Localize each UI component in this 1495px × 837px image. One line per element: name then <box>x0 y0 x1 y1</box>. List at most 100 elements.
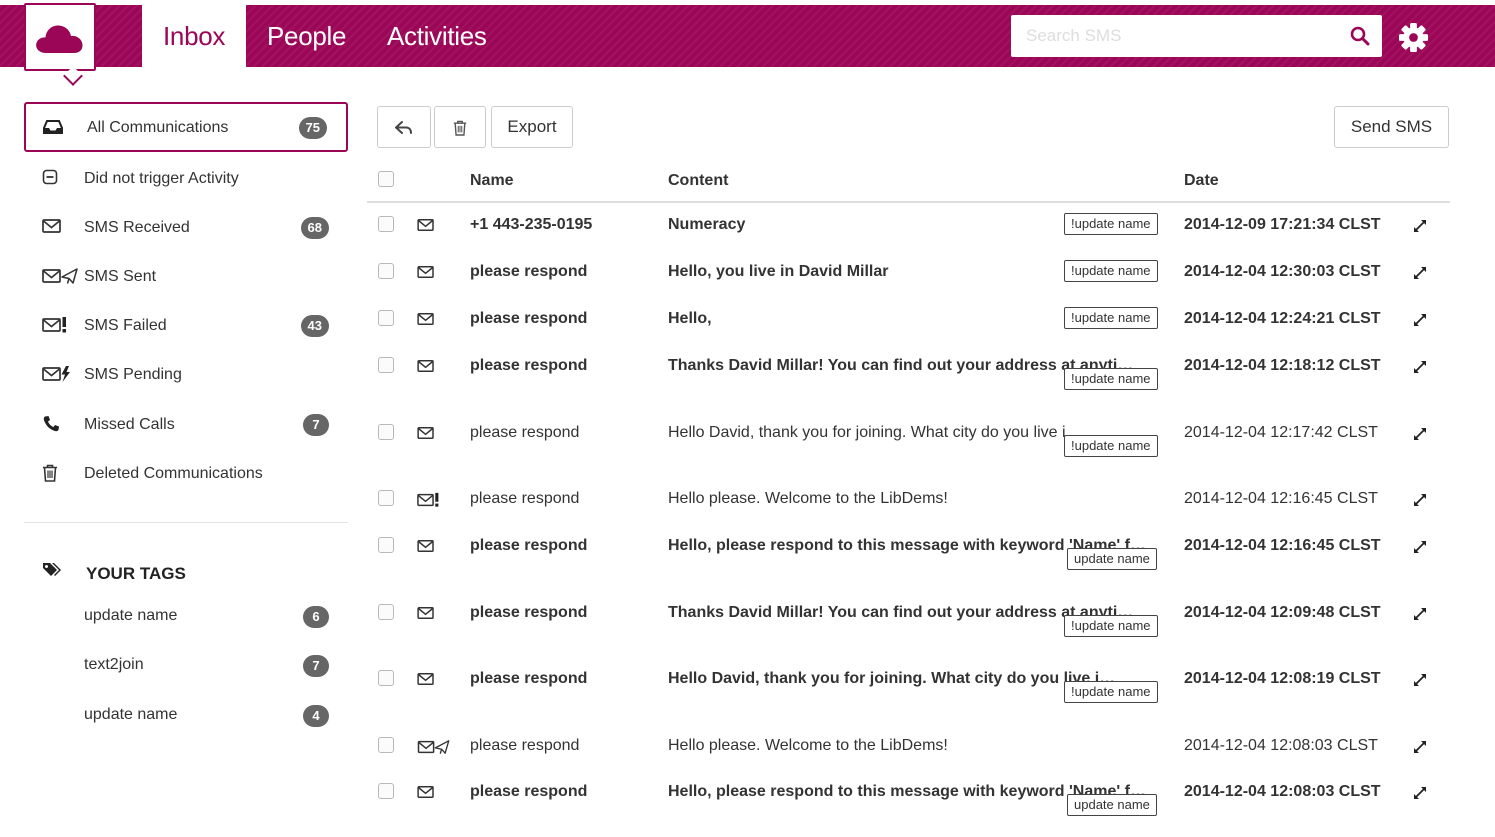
reply-button[interactable] <box>377 106 431 148</box>
row-name[interactable]: please respond <box>470 670 587 688</box>
sidebar-item-sms-pending[interactable]: SMS Pending <box>24 350 348 400</box>
row-name[interactable]: please respond <box>470 783 587 801</box>
row-tag[interactable]: !update name <box>1064 681 1158 703</box>
row-date: 2014-12-04 12:24:21 CLST <box>1184 310 1381 327</box>
sidebar-item-label: SMS Pending <box>84 366 182 383</box>
tag-label: text2join <box>84 656 144 673</box>
minus-square-icon <box>42 169 60 192</box>
envelope-failed-icon <box>417 492 442 513</box>
gear-icon[interactable] <box>1398 22 1429 58</box>
expand-icon[interactable] <box>1413 493 1427 512</box>
expand-icon[interactable] <box>1413 266 1427 285</box>
row-checkbox[interactable] <box>378 490 394 506</box>
row-checkbox[interactable] <box>378 357 394 373</box>
tab-inbox[interactable]: Inbox <box>142 5 247 67</box>
export-button[interactable]: Export <box>491 106 573 148</box>
row-name[interactable]: please respond <box>470 537 587 555</box>
row-content[interactable]: Hello David, thank you for joining. What… <box>668 424 1082 442</box>
row-content[interactable]: Hello David, thank you for joining. What… <box>668 670 1115 688</box>
row-tag[interactable]: !update name <box>1064 368 1158 390</box>
row-tag[interactable]: !update name <box>1064 435 1158 457</box>
row-checkbox[interactable] <box>378 737 394 753</box>
inbox-icon <box>43 118 63 141</box>
search-input[interactable] <box>1011 15 1331 57</box>
row-content[interactable]: Hello, <box>668 310 712 328</box>
row-name[interactable]: please respond <box>470 357 587 375</box>
sidebar-item-sms-sent[interactable]: SMS Sent <box>24 252 348 302</box>
search-icon[interactable] <box>1350 26 1370 51</box>
expand-icon[interactable] <box>1413 360 1427 379</box>
row-tag[interactable]: !update name <box>1064 615 1158 637</box>
tags-icon <box>42 563 64 586</box>
envelope-pending-icon <box>42 365 72 388</box>
row-checkbox[interactable] <box>378 263 394 279</box>
expand-icon[interactable] <box>1413 427 1427 446</box>
row-date: 2014-12-04 12:17:42 CLST <box>1184 424 1378 441</box>
column-header-content[interactable]: Content <box>668 172 728 190</box>
row-content[interactable]: Hello please. Welcome to the LibDems! <box>668 490 948 508</box>
sidebar-tag-text2join[interactable]: text2join 7 <box>24 647 348 687</box>
sidebar-tag-update-name[interactable]: update name 4 <box>24 697 348 737</box>
row-checkbox[interactable] <box>378 537 394 553</box>
column-header-name[interactable]: Name <box>470 172 514 190</box>
row-content[interactable]: Hello, you live in David Millar <box>668 263 889 281</box>
sidebar-tag-update-name[interactable]: update name 6 <box>24 598 348 638</box>
row-date: 2014-12-04 12:09:48 CLST <box>1184 604 1381 621</box>
envelope-sent-icon <box>42 267 80 290</box>
row-name[interactable]: please respond <box>470 490 579 508</box>
sidebar-divider <box>24 522 348 523</box>
sidebar-item-sms-failed[interactable]: SMS Failed 43 <box>24 301 348 351</box>
envelope-sent-icon <box>417 739 452 760</box>
row-name[interactable]: please respond <box>470 310 587 328</box>
sidebar-item-all-communications[interactable]: All Communications 75 <box>24 102 348 152</box>
row-content[interactable]: Hello please. Welcome to the LibDems! <box>668 737 948 755</box>
row-checkbox[interactable] <box>378 216 394 232</box>
column-header-date[interactable]: Date <box>1184 172 1219 190</box>
row-tag[interactable]: !update name <box>1064 307 1158 329</box>
expand-icon[interactable] <box>1413 219 1427 238</box>
envelope-icon <box>417 606 435 625</box>
count-badge: 68 <box>300 217 329 239</box>
row-checkbox[interactable] <box>378 670 394 686</box>
sidebar-item-did-not-trigger-activity[interactable]: Did not trigger Activity <box>24 154 348 204</box>
row-checkbox[interactable] <box>378 310 394 326</box>
row-name[interactable]: please respond <box>470 263 587 281</box>
sidebar-item-sms-received[interactable]: SMS Received 68 <box>24 203 348 253</box>
sidebar-item-missed-calls[interactable]: Missed Calls 7 <box>24 400 348 450</box>
row-tag[interactable]: update name <box>1067 794 1157 816</box>
row-checkbox[interactable] <box>378 783 394 799</box>
sidebar-item-deleted-communications[interactable]: Deleted Communications <box>24 449 348 499</box>
expand-icon[interactable] <box>1413 313 1427 332</box>
row-checkbox[interactable] <box>378 604 394 620</box>
row-tag[interactable]: !update name <box>1064 260 1158 282</box>
row-content[interactable]: Numeracy <box>668 216 745 234</box>
row-checkbox[interactable] <box>378 424 394 440</box>
envelope-failed-icon <box>42 316 70 339</box>
table-header-divider <box>367 201 1450 203</box>
expand-icon[interactable] <box>1413 673 1427 692</box>
envelope-icon <box>417 359 435 378</box>
row-date: 2014-12-04 12:18:12 CLST <box>1184 357 1381 374</box>
sidebar-item-label: All Communications <box>87 119 229 136</box>
envelope-icon <box>417 426 435 445</box>
row-tag[interactable]: update name <box>1067 548 1157 570</box>
row-name[interactable]: +1 443-235-0195 <box>470 216 592 234</box>
tab-people[interactable]: People <box>267 5 346 67</box>
reply-icon <box>395 120 412 134</box>
row-name[interactable]: please respond <box>470 604 587 622</box>
phone-icon <box>42 415 60 438</box>
row-name[interactable]: please respond <box>470 424 579 442</box>
row-tag[interactable]: !update name <box>1064 213 1158 235</box>
tab-activities[interactable]: Activities <box>387 5 487 67</box>
expand-icon[interactable] <box>1413 540 1427 559</box>
expand-icon[interactable] <box>1413 786 1427 805</box>
send-sms-button[interactable]: Send SMS <box>1334 106 1449 148</box>
delete-button[interactable] <box>434 106 486 148</box>
cloud-logo[interactable] <box>24 3 96 86</box>
expand-icon[interactable] <box>1413 607 1427 626</box>
row-name[interactable]: please respond <box>470 737 579 755</box>
select-all-checkbox[interactable] <box>378 171 394 187</box>
count-badge: 4 <box>303 705 329 727</box>
expand-icon[interactable] <box>1413 740 1427 759</box>
row-date: 2014-12-04 12:16:45 CLST <box>1184 490 1378 507</box>
